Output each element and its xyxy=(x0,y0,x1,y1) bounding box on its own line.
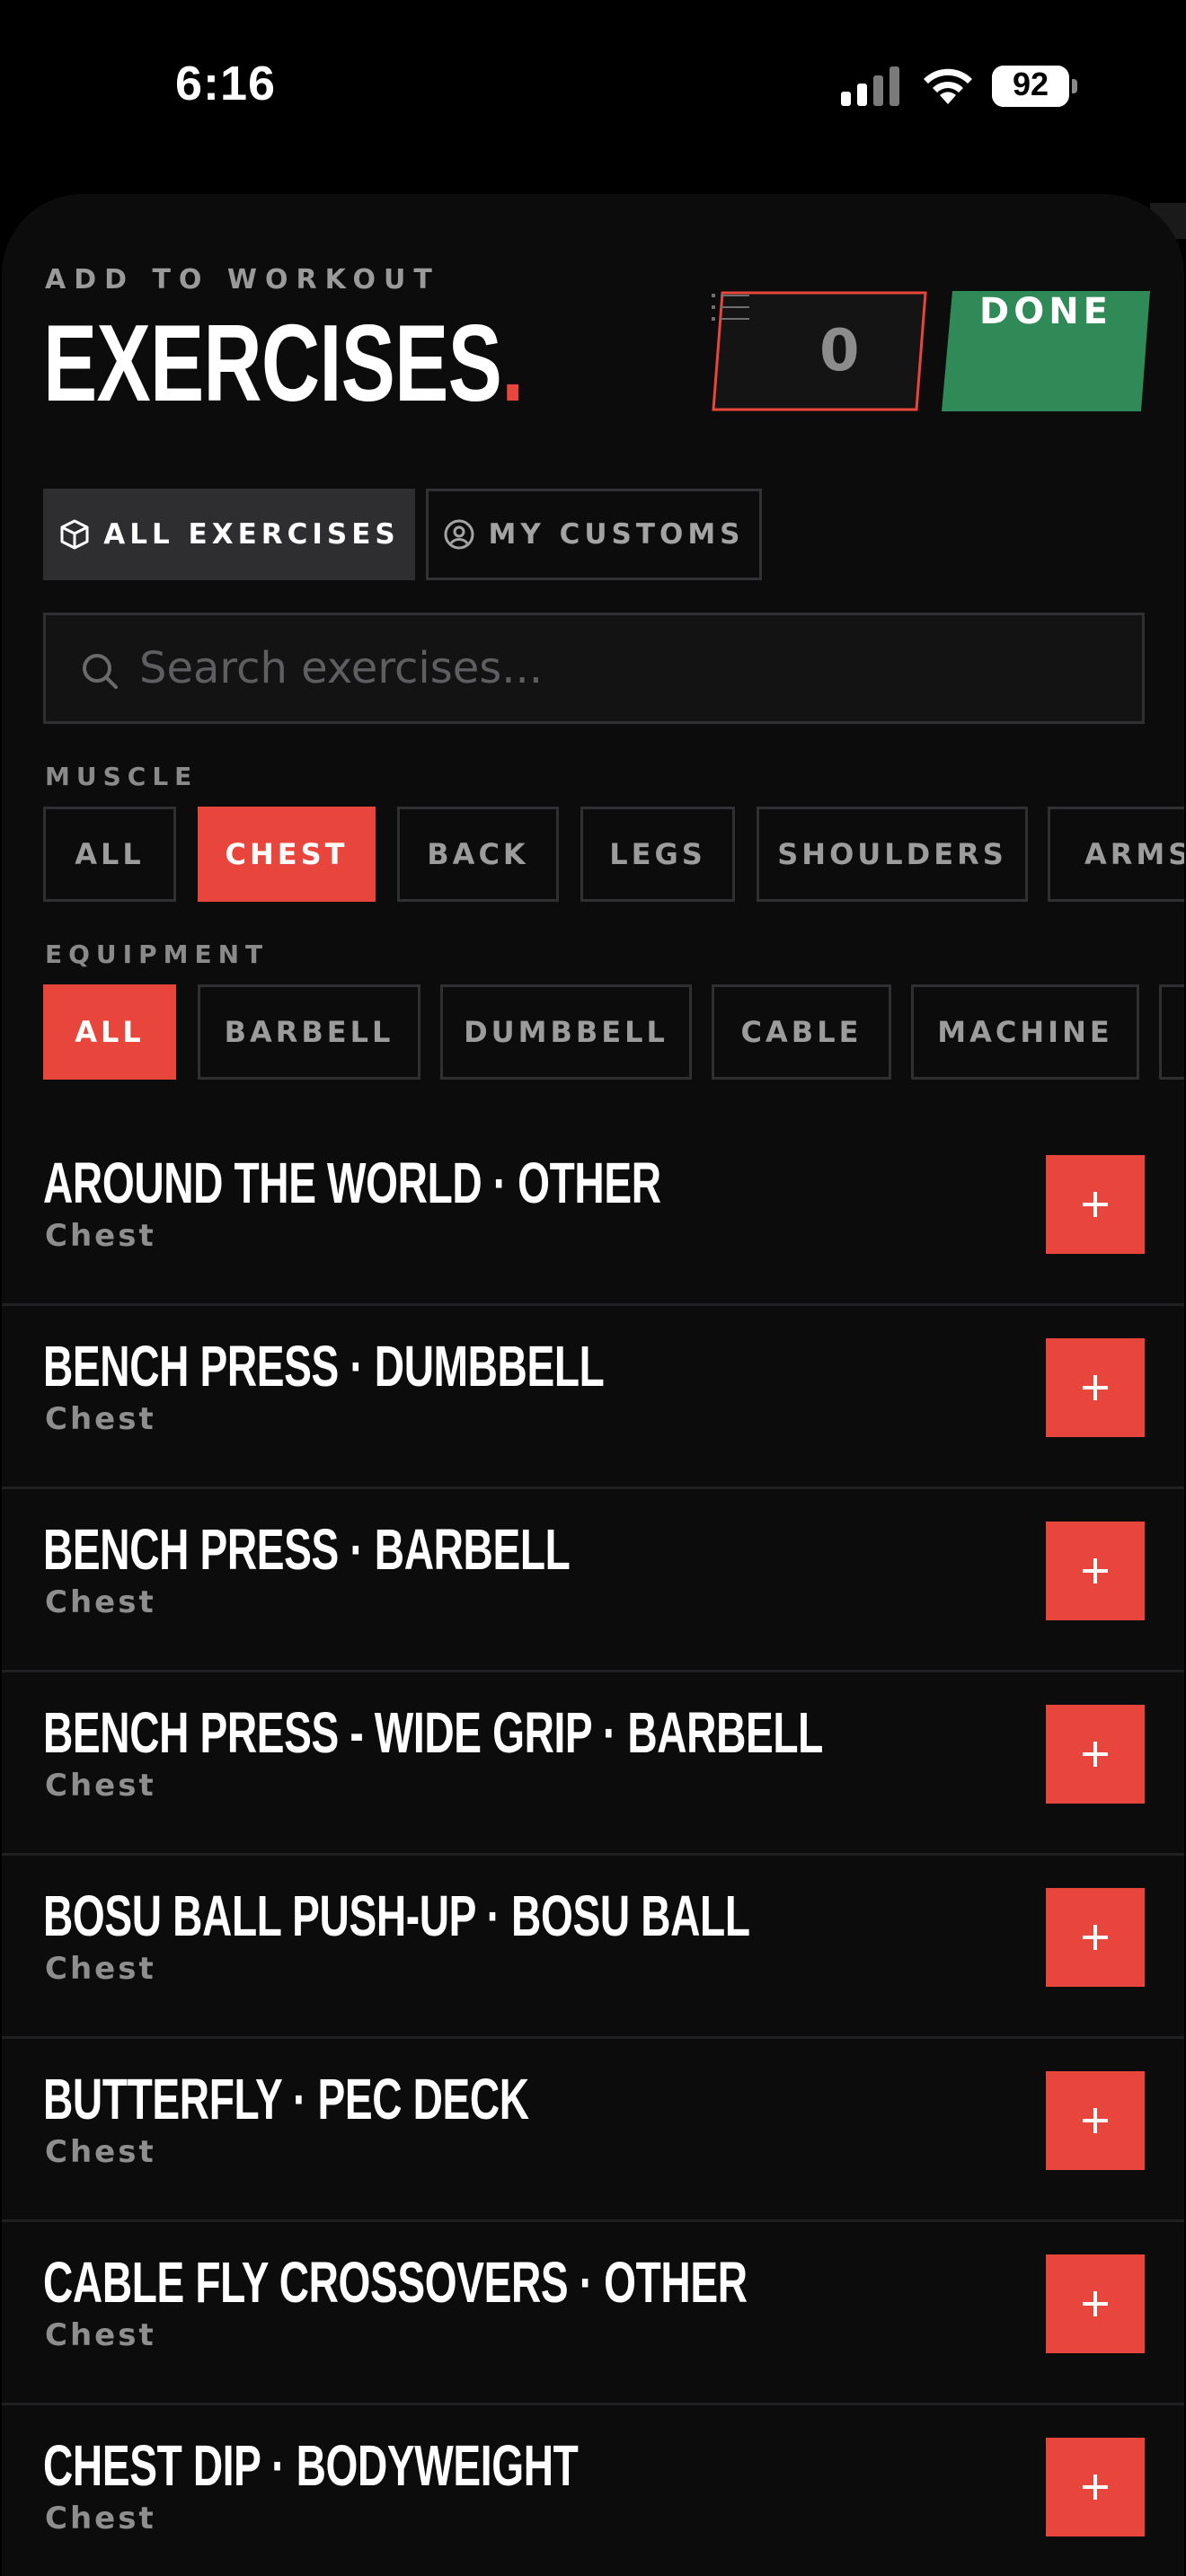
plus-icon xyxy=(1083,1925,1108,1950)
exercise-muscle: Chest xyxy=(45,1218,156,1254)
muscle-filter-label: MUSCLE xyxy=(45,762,199,791)
battery-icon: 92 xyxy=(992,66,1078,107)
battery-cap xyxy=(1072,79,1077,93)
equipment-chip-machine[interactable]: MACHINE xyxy=(911,984,1139,1080)
list-icon xyxy=(712,294,749,321)
exercise-row[interactable]: BENCH PRESS · DUMBBELL Chest xyxy=(2,1306,1184,1489)
add-exercise-button[interactable] xyxy=(1046,2254,1145,2353)
selected-count: 0 xyxy=(819,318,860,384)
tab-all-exercises[interactable]: ALL EXERCISES xyxy=(43,489,415,580)
box-icon xyxy=(60,519,89,550)
add-exercise-button[interactable] xyxy=(1046,1888,1145,1987)
equipment-chip-dumbbell[interactable]: DUMBBELL xyxy=(440,984,692,1080)
done-label: DONE xyxy=(978,291,1112,332)
done-button[interactable]: DONE xyxy=(942,291,1150,411)
exercise-name: AROUND THE WORLD · OTHER xyxy=(43,1151,661,1215)
muscle-chip-back[interactable]: BACK xyxy=(397,807,559,902)
exercise-row[interactable]: BENCH PRESS - WIDE GRIP · BARBELL Chest xyxy=(2,1672,1184,1856)
wifi-icon xyxy=(924,68,972,104)
exercise-row[interactable]: AROUND THE WORLD · OTHER Chest xyxy=(2,1123,1184,1306)
title-text: EXERCISES xyxy=(43,302,502,424)
equipment-chip-barbell[interactable]: BARBELL xyxy=(198,984,420,1080)
exercise-row[interactable]: BENCH PRESS · BARBELL Chest xyxy=(2,1489,1184,1672)
exercise-muscle: Chest xyxy=(45,1401,156,1437)
equipment-chip-more[interactable] xyxy=(1159,984,1184,1080)
equipment-filter-label: EQUIPMENT xyxy=(45,940,270,969)
exercise-muscle: Chest xyxy=(45,2501,156,2536)
exercise-name: BUTTERFLY · PEC DECK xyxy=(43,2067,529,2131)
exercise-muscle: Chest xyxy=(45,2134,156,2170)
exercise-name: BENCH PRESS - WIDE GRIP · BARBELL xyxy=(43,1700,823,1765)
header-kicker: ADD TO WORKOUT xyxy=(45,264,440,296)
exercise-muscle: Chest xyxy=(45,1768,156,1804)
plus-icon xyxy=(1083,2108,1108,2133)
exercise-name: CABLE FLY CROSSOVERS · OTHER xyxy=(43,2250,748,2315)
exercise-name: BOSU BALL PUSH-UP · BOSU BALL xyxy=(43,1883,750,1948)
muscle-chip-shoulders[interactable]: SHOULDERS xyxy=(757,807,1028,902)
exercise-muscle: Chest xyxy=(45,2317,156,2353)
page-title: EXERCISES. xyxy=(43,300,524,426)
tab-custom-label: MY CUSTOMS xyxy=(488,518,745,551)
equipment-chip-all[interactable]: ALL xyxy=(43,984,176,1080)
title-dot: . xyxy=(501,302,524,424)
selected-count-button[interactable]: 0 xyxy=(712,291,927,411)
plus-icon xyxy=(1083,2291,1108,2316)
user-circle-icon xyxy=(444,519,474,550)
battery-level: 92 xyxy=(1012,66,1049,102)
plus-icon xyxy=(1083,1558,1108,1584)
plus-icon xyxy=(1083,1375,1108,1400)
exercise-name: BENCH PRESS · BARBELL xyxy=(43,1517,571,1582)
search-box xyxy=(43,613,1145,724)
exercise-muscle: Chest xyxy=(45,1951,156,1987)
muscle-chip-all[interactable]: ALL xyxy=(43,807,176,902)
equipment-chip-cable[interactable]: CABLE xyxy=(712,984,891,1080)
muscle-chip-arms[interactable]: ARMS xyxy=(1048,807,1184,902)
exercise-row[interactable]: CABLE FLY CROSSOVERS · OTHER Chest xyxy=(2,2222,1184,2405)
plus-icon xyxy=(1083,2475,1108,2500)
add-exercise-button[interactable] xyxy=(1046,2071,1145,2170)
exercise-picker-sheet: ADD TO WORKOUT EXERCISES. 0 DONE ALL EXE… xyxy=(2,194,1184,2576)
exercise-name: CHEST DIP · BODYWEIGHT xyxy=(43,2433,579,2498)
exercise-name: BENCH PRESS · DUMBBELL xyxy=(43,1334,605,1398)
battery-body: 92 xyxy=(992,66,1069,107)
status-time: 6:16 xyxy=(175,57,277,110)
status-bar: 6:16 92 xyxy=(0,0,1186,180)
muscle-chip-chest[interactable]: CHEST xyxy=(198,807,376,902)
muscle-chip-legs[interactable]: LEGS xyxy=(580,807,735,902)
add-exercise-button[interactable] xyxy=(1046,1338,1145,1437)
exercise-row[interactable]: BUTTERFLY · PEC DECK Chest xyxy=(2,2039,1184,2222)
search-icon xyxy=(83,654,118,689)
plus-icon xyxy=(1083,1192,1108,1217)
exercise-row[interactable]: BOSU BALL PUSH-UP · BOSU BALL Chest xyxy=(2,1856,1184,2039)
add-exercise-button[interactable] xyxy=(1046,1705,1145,1804)
add-exercise-button[interactable] xyxy=(1046,1155,1145,1254)
tab-my-customs[interactable]: MY CUSTOMS xyxy=(426,489,762,580)
add-exercise-button[interactable] xyxy=(1046,1522,1145,1620)
exercise-muscle: Chest xyxy=(45,1584,156,1620)
tab-all-label: ALL EXERCISES xyxy=(103,518,400,551)
signal-icon xyxy=(841,66,899,106)
add-exercise-button[interactable] xyxy=(1046,2438,1145,2536)
search-input[interactable] xyxy=(139,615,1119,721)
plus-icon xyxy=(1083,1742,1108,1767)
exercise-row[interactable]: CHEST DIP · BODYWEIGHT Chest xyxy=(2,2405,1184,2576)
